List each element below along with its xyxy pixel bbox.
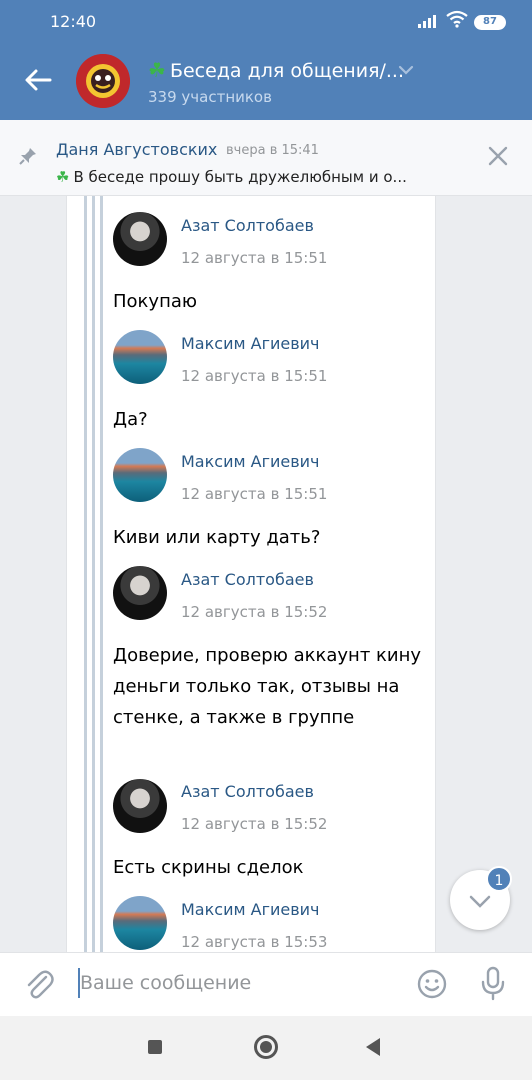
battery-icon: 87 <box>474 15 506 30</box>
clover-icon: ☘ <box>148 58 166 82</box>
system-back-button[interactable] <box>366 1038 380 1056</box>
smile-icon[interactable] <box>416 968 448 1000</box>
chevron-down-icon[interactable] <box>398 64 414 76</box>
avatar[interactable] <box>113 212 167 266</box>
status-bar: 12:40 87 <box>0 0 532 44</box>
avatar[interactable] <box>113 448 167 502</box>
message-author[interactable]: Азат Солтобаев <box>181 216 314 235</box>
unread-badge: 1 <box>486 866 512 892</box>
message-author[interactable]: Максим Агиевич <box>181 452 320 471</box>
quote-line <box>84 196 87 952</box>
clover-icon: ☘ <box>56 168 70 186</box>
message-date: 12 августа в 15:51 <box>181 249 328 267</box>
message-text: Киви или карту дать? <box>113 527 321 548</box>
quote-line <box>100 196 103 952</box>
status-time: 12:40 <box>50 12 97 31</box>
signal-icon <box>418 14 440 28</box>
microphone-icon[interactable] <box>480 966 506 1002</box>
message-text: Покупаю <box>113 291 198 312</box>
avatar[interactable] <box>113 779 167 833</box>
conversation-title[interactable]: ☘ Беседа для общения/... <box>148 58 404 82</box>
message-text: Доверие, проверю аккаунт кину деньги тол… <box>113 645 422 728</box>
message-input[interactable]: Ваше сообщение <box>80 972 251 994</box>
message-date: 12 августа в 15:52 <box>181 603 328 621</box>
battery-level: 87 <box>483 16 497 27</box>
message-author[interactable]: Азат Солтобаев <box>181 782 314 801</box>
message-date: 12 августа в 15:51 <box>181 485 328 503</box>
quote-line <box>92 196 95 952</box>
message-author[interactable]: Азат Солтобаев <box>181 570 314 589</box>
avatar[interactable] <box>113 566 167 620</box>
message-date: 12 августа в 15:52 <box>181 815 328 833</box>
back-arrow-icon[interactable] <box>22 64 54 96</box>
paperclip-icon[interactable] <box>24 967 54 1001</box>
close-icon[interactable] <box>486 144 510 168</box>
conversation-avatar[interactable] <box>76 54 130 108</box>
message-text: Есть скрины сделок <box>113 857 304 878</box>
pinned-author: Даня Августовских <box>56 140 218 159</box>
home-button[interactable] <box>254 1035 278 1059</box>
avatar[interactable] <box>113 896 167 950</box>
wifi-icon <box>446 10 468 28</box>
message-text: Да? <box>113 409 148 430</box>
pinned-text: ☘ В беседе прошу быть дружелюбным и о... <box>56 168 407 186</box>
message-author[interactable]: Максим Агиевич <box>181 900 320 919</box>
members-count: 339 участников <box>148 88 272 106</box>
message-date: 12 августа в 15:53 <box>181 933 328 951</box>
message-date: 12 августа в 15:51 <box>181 367 328 385</box>
avatar[interactable] <box>113 330 167 384</box>
pin-icon <box>19 148 36 165</box>
pinned-date: вчера в 15:41 <box>226 143 319 158</box>
message-author[interactable]: Максим Агиевич <box>181 334 320 353</box>
recent-apps-button[interactable] <box>148 1040 162 1054</box>
